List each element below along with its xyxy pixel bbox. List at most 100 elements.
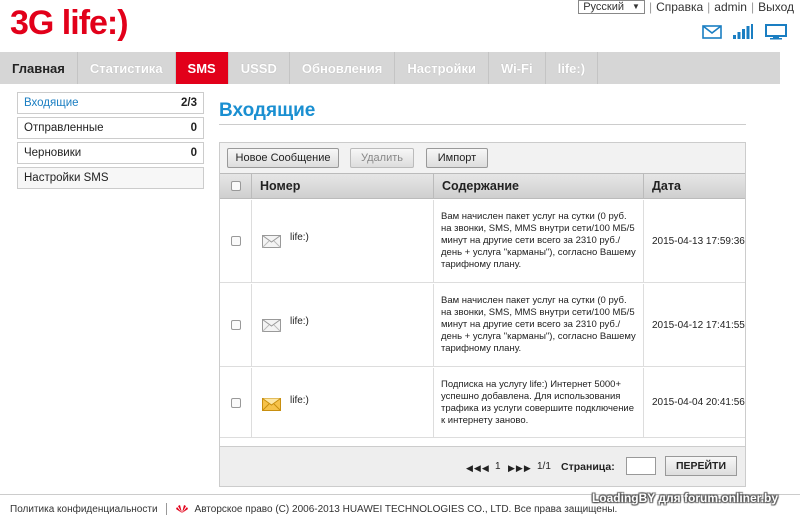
row-check-cell xyxy=(220,284,251,366)
sidebar-item-count: 2/3 xyxy=(181,97,197,109)
new-message-button[interactable]: Новое Сообщение xyxy=(227,148,339,168)
message-content: Подписка на услугу life:) Интернет 5000+… xyxy=(441,378,635,426)
sidebar-item-sms-settings[interactable]: Настройки SMS xyxy=(17,167,204,189)
chevron-down-icon: ▼ xyxy=(632,2,640,11)
row-check-cell xyxy=(220,368,251,437)
pager-arrows-next: ▶▶▶ xyxy=(508,463,532,474)
row-date-cell: 2015-04-12 17:41:55 xyxy=(643,284,745,366)
nav-label: Главная xyxy=(12,60,65,76)
row-content-cell: Вам начислен пакет услуг на сутки (0 руб… xyxy=(433,200,643,282)
nav-ussd[interactable]: USSD xyxy=(229,52,290,84)
row-sender-cell: life:) xyxy=(251,284,433,366)
huawei-logo-icon xyxy=(175,505,188,513)
logout-link[interactable]: Выход xyxy=(758,0,794,14)
nav-settings[interactable]: Настройки xyxy=(395,52,489,84)
envelope-read-icon xyxy=(262,235,281,248)
message-date: 2015-04-04 20:41:56 xyxy=(652,397,745,408)
envelope-icon[interactable] xyxy=(702,25,722,39)
language-value: Русский xyxy=(583,1,625,13)
message-sender: life:) xyxy=(290,395,309,406)
sidebar-item-sent[interactable]: Отправленные 0 xyxy=(17,117,204,139)
messages-panel: Новое Сообщение Удалить Импорт Номер Сод… xyxy=(219,142,746,487)
nav-label: Wi-Fi xyxy=(500,60,533,76)
select-all-cell xyxy=(220,174,251,198)
status-icons xyxy=(702,24,788,40)
nav-life[interactable]: life:) xyxy=(546,52,599,84)
first-page-icon[interactable]: ◀◀ xyxy=(466,463,482,473)
envelope-read-icon xyxy=(262,319,281,332)
divider: | xyxy=(750,0,755,14)
nav-home[interactable]: Главная xyxy=(0,52,78,84)
page-total: 1/1 xyxy=(537,461,551,472)
divider: | xyxy=(707,0,711,14)
page-title: Входящие xyxy=(219,100,316,121)
row-sender-cell: life:) xyxy=(251,368,433,437)
sidebar-item-label: Входящие xyxy=(24,97,79,109)
page-label: Страница: xyxy=(561,461,615,473)
title-divider xyxy=(219,124,746,125)
row-checkbox[interactable] xyxy=(230,236,241,246)
table-row[interactable]: life:) Вам начислен пакет услуг на сутки… xyxy=(220,284,745,367)
table-row[interactable]: life:) Вам начислен пакет услуг на сутки… xyxy=(220,200,745,283)
row-sender-cell: life:) xyxy=(251,200,433,282)
language-select[interactable]: Русский ▼ xyxy=(578,0,645,14)
column-header-content[interactable]: Содержание xyxy=(433,174,643,198)
brand-logo[interactable]: 3G life:) xyxy=(10,4,129,43)
column-header-number[interactable]: Номер xyxy=(251,174,433,198)
last-page-icon[interactable]: ▶▶ xyxy=(516,463,532,473)
row-date-cell: 2015-04-13 17:59:36 xyxy=(643,200,745,282)
nav-sms[interactable]: SMS xyxy=(175,52,229,84)
envelope-unread-icon xyxy=(262,398,281,411)
table-header: Номер Содержание Дата xyxy=(220,173,745,199)
prev-page-icon[interactable]: ◀ xyxy=(482,463,490,473)
select-all-checkbox[interactable] xyxy=(230,181,241,191)
pager-arrows: ◀◀◀ xyxy=(466,463,490,474)
logo-text: 3G life:) xyxy=(10,4,129,42)
divider: | xyxy=(648,0,653,14)
pagination-bar: ◀◀◀ 1 ▶▶▶ 1/1 Страница: ПЕРЕЙТИ xyxy=(220,446,745,486)
delete-button[interactable]: Удалить xyxy=(350,148,414,168)
copyright-text: Авторское право (C) 2006-2013 HUAWEI TEC… xyxy=(194,503,618,515)
sidebar-item-label: Настройки SMS xyxy=(24,172,109,184)
message-date: 2015-04-12 17:41:55 xyxy=(652,319,745,331)
footer: Политика конфиденциальности Авторское пр… xyxy=(10,503,617,515)
divider xyxy=(165,503,167,515)
message-content: Вам начислен пакет услуг на сутки (0 руб… xyxy=(441,295,636,354)
go-button[interactable]: ПЕРЕЙТИ xyxy=(665,456,737,476)
monitor-connected-icon xyxy=(765,24,787,40)
watermark: LoadingBY для forum.onliner.by xyxy=(591,491,778,505)
sidebar-item-drafts[interactable]: Черновики 0 xyxy=(17,142,204,164)
message-date: 2015-04-13 17:59:36 xyxy=(652,235,745,247)
nav-label: Настройки xyxy=(407,60,476,76)
help-link[interactable]: Справка xyxy=(656,0,703,14)
row-checkbox[interactable] xyxy=(230,320,241,330)
user-label: admin xyxy=(714,0,747,14)
nav-label: USSD xyxy=(240,60,277,76)
sidebar-item-label: Черновики xyxy=(24,147,82,159)
sidebar-item-label: Отправленные xyxy=(24,122,104,134)
message-content: Вам начислен пакет услуг на сутки (0 руб… xyxy=(441,211,636,270)
nav-label: SMS xyxy=(187,60,216,76)
main-nav: Главная Статистика SMS USSD Обновления Н… xyxy=(0,52,780,84)
privacy-link[interactable]: Политика конфиденциальности xyxy=(10,504,158,515)
page-number-input[interactable] xyxy=(626,457,656,475)
signal-strength-icon xyxy=(733,24,753,39)
sidebar-item-inbox[interactable]: Входящие 2/3 xyxy=(17,92,204,114)
next-page-icon[interactable]: ▶ xyxy=(508,463,516,473)
table-row[interactable]: life:) Подписка на услугу life:) Интерне… xyxy=(220,368,745,438)
row-date-cell: 2015-04-04 20:41:56 xyxy=(643,368,745,437)
messages-toolbar: Новое Сообщение Удалить Импорт xyxy=(220,143,745,173)
row-content-cell: Подписка на услугу life:) Интернет 5000+… xyxy=(433,368,643,437)
import-button[interactable]: Импорт xyxy=(426,148,488,168)
column-header-date[interactable]: Дата xyxy=(643,174,745,198)
message-sender: life:) xyxy=(290,232,309,243)
top-bar: Русский ▼ | Справка | admin | Выход xyxy=(578,0,794,14)
nav-label: life:) xyxy=(557,60,586,76)
sidebar-item-count: 0 xyxy=(190,147,197,159)
message-sender: life:) xyxy=(290,316,309,327)
nav-wifi[interactable]: Wi-Fi xyxy=(489,52,546,84)
current-page[interactable]: 1 xyxy=(495,461,501,472)
nav-statistics[interactable]: Статистика xyxy=(78,52,176,84)
nav-updates[interactable]: Обновления xyxy=(290,52,396,84)
row-checkbox[interactable] xyxy=(230,397,241,408)
